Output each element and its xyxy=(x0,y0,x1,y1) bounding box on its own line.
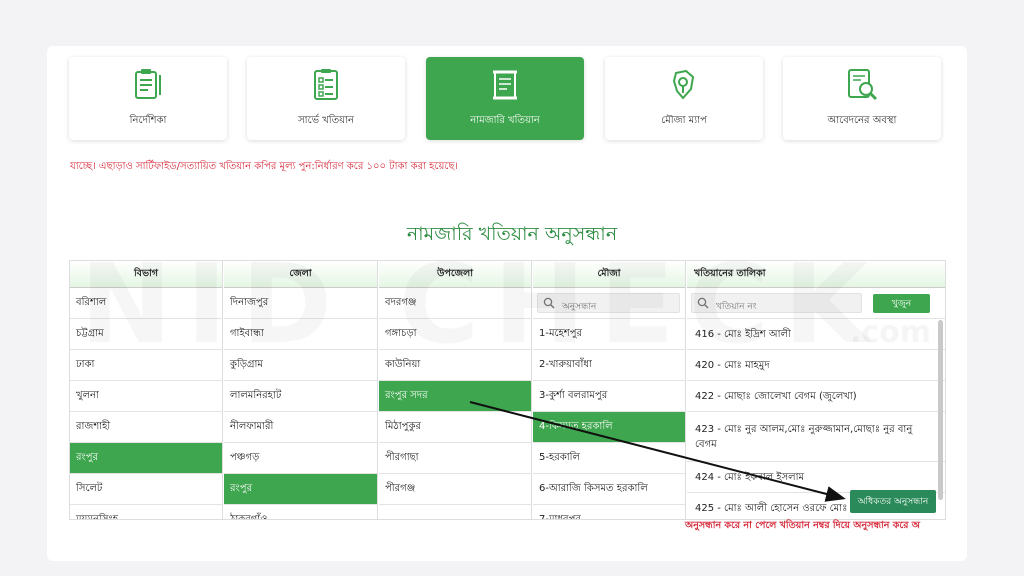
mouza-item[interactable]: 5-হরকালি xyxy=(533,443,685,474)
search-icon xyxy=(697,297,709,309)
upazila-item[interactable]: বদরগঞ্জ xyxy=(379,288,531,319)
search-grid: বিভাগ বরিশাল চট্টগ্রাম ঢাকা খুলনা রাজশাহ… xyxy=(69,260,946,520)
district-column: জেলা দিনাজপুর গাইবান্ধা কুড়িগ্রাম লালমন… xyxy=(224,261,378,519)
division-item[interactable]: চট্টগ্রাম xyxy=(70,319,222,350)
khatian-item[interactable]: 420 - মোঃ মাহমুদ xyxy=(687,350,945,381)
division-column: বিভাগ বরিশাল চট্টগ্রাম ঢাকা খুলনা রাজশাহ… xyxy=(70,261,223,519)
upazila-item[interactable]: পীরগাছা xyxy=(379,443,531,474)
khatian-search-box xyxy=(691,293,862,316)
khatian-scrollbar[interactable] xyxy=(938,320,943,500)
khatian-item[interactable]: 422 - মোছাঃ জোলেখা বেগম (জুলেখা) xyxy=(687,381,945,412)
tab-survey-khatian[interactable]: সার্ভে খতিয়ান xyxy=(247,57,405,140)
tab-guide-label: নির্দেশিকা xyxy=(129,115,167,126)
find-button[interactable]: খুজুন xyxy=(873,293,930,313)
district-item[interactable]: নীলফামারী xyxy=(224,412,377,443)
district-item[interactable]: ঠাকুরগাঁও xyxy=(224,505,377,520)
khatian-header: খতিয়ানের তালিকা xyxy=(687,261,945,288)
division-item-selected[interactable]: রংপুর xyxy=(70,443,222,474)
district-item[interactable]: লালমনিরহাট xyxy=(224,381,377,412)
mouza-item-selected[interactable]: 4-কিসমত হরকালি xyxy=(533,412,685,443)
khatian-search-input[interactable] xyxy=(692,298,861,316)
division-item[interactable]: খুলনা xyxy=(70,381,222,412)
upazila-item-selected[interactable]: রংপুর সদর xyxy=(379,381,531,412)
tab-survey-khatian-label: সার্ভে খতিয়ান xyxy=(298,115,354,126)
division-item[interactable]: রাজশাহী xyxy=(70,412,222,443)
mouza-item[interactable]: 2-খারুয়াবাঁধা xyxy=(533,350,685,381)
watermark-suffix: .com xyxy=(850,315,931,350)
checklist-icon xyxy=(314,69,338,100)
mouza-item[interactable]: 6-আরাজি কিসমত হরকালি xyxy=(533,474,685,505)
upazila-item[interactable]: গঙ্গাচড়া xyxy=(379,319,531,350)
advanced-search-button[interactable]: অধিকতর অনুসন্ধান xyxy=(850,490,936,513)
district-item[interactable]: কুড়িগ্রাম xyxy=(224,350,377,381)
division-item[interactable]: ময়মনসিংহ xyxy=(70,505,222,520)
mouza-header: মৌজা xyxy=(533,261,685,288)
tab-namjari-khatian[interactable]: নামজারি খতিয়ান xyxy=(426,57,584,140)
mouza-item[interactable]: 3-কুর্শা বলরামপুর xyxy=(533,381,685,412)
mouza-column: মৌজা 1-মহেশপুর 2-খারুয়াবাঁধা 3-কুর্শা ব… xyxy=(533,261,686,519)
upazila-item[interactable]: পীরগঞ্জ xyxy=(379,474,531,505)
price-notice: যাচ্ছে। এছাড়াও সার্টিফাইড/সত্যায়িত খতি… xyxy=(70,161,458,172)
mouza-search-input[interactable] xyxy=(538,298,679,316)
mouza-search-row xyxy=(533,288,685,319)
khatian-item[interactable]: 424 - মোঃ ইকবাল ইসলাম xyxy=(687,462,945,493)
khatian-item[interactable]: 423 - মোঃ নুর আলম,মোঃ নুরুজ্জামান,মোছাঃ … xyxy=(687,412,945,462)
search-hint: অনুসন্ধান করে না পেলে খতিয়ান নম্বর দিয়… xyxy=(685,520,920,531)
district-item[interactable]: দিনাজপুর xyxy=(224,288,377,319)
district-item-selected[interactable]: রংপুর xyxy=(224,474,377,505)
tab-mouza-map-label: মৌজা ম্যাপ xyxy=(661,115,707,126)
guide-clipboard-icon xyxy=(135,69,161,99)
district-item[interactable]: গাইবান্ধা xyxy=(224,319,377,350)
scroll-document-icon xyxy=(493,70,517,100)
page-title: নামজারি খতিয়ান অনুসন্ধান xyxy=(406,223,618,245)
search-document-icon xyxy=(848,69,878,101)
district-header: জেলা xyxy=(224,261,377,288)
tab-application-status-label: আবেদনের অবস্থা xyxy=(827,115,897,126)
district-item[interactable]: পঞ্চগড় xyxy=(224,443,377,474)
upazila-item[interactable]: কাউনিয়া xyxy=(379,350,531,381)
division-item[interactable]: ঢাকা xyxy=(70,350,222,381)
upazila-column: উপজেলা বদরগঞ্জ গঙ্গাচড়া কাউনিয়া রংপুর … xyxy=(379,261,532,519)
mouza-item[interactable]: 7-মাধবপুর xyxy=(533,505,685,520)
tab-namjari-khatian-label: নামজারি খতিয়ান xyxy=(470,115,540,126)
tab-mouza-map[interactable]: মৌজা ম্যাপ xyxy=(605,57,763,140)
division-header: বিভাগ xyxy=(70,261,222,288)
division-item[interactable]: সিলেট xyxy=(70,474,222,505)
upazila-header: উপজেলা xyxy=(379,261,531,288)
tab-guide[interactable]: নির্দেশিকা xyxy=(69,57,227,140)
mouza-item[interactable]: 1-মহেশপুর xyxy=(533,319,685,350)
mouza-search-box xyxy=(537,293,680,316)
search-icon xyxy=(543,297,555,309)
map-pin-icon xyxy=(672,69,695,100)
upazila-item[interactable]: মিঠাপুকুর xyxy=(379,412,531,443)
tab-application-status[interactable]: আবেদনের অবস্থা xyxy=(783,57,941,140)
khatian-column: খতিয়ানের তালিকা খুজুন 416 - মোঃ ইদ্রিশ … xyxy=(687,261,945,519)
division-item[interactable]: বরিশাল xyxy=(70,288,222,319)
